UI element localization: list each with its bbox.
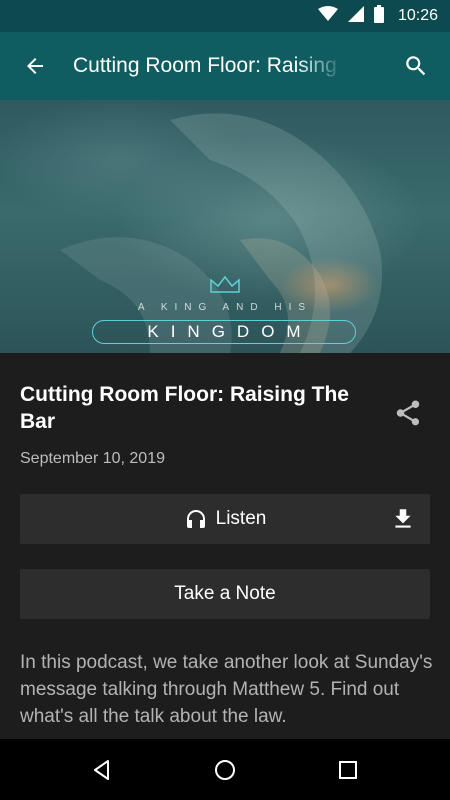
artwork-title: KINGDOM	[92, 320, 356, 344]
nav-back-icon[interactable]	[82, 750, 122, 790]
listen-label: Listen	[215, 508, 267, 529]
status-bar: 10:26	[0, 0, 450, 32]
status-time: 10:26	[397, 7, 438, 24]
app-bar-title: Cutting Room Floor: Raising The Bar	[73, 54, 345, 77]
search-icon[interactable]	[398, 48, 434, 84]
episode-details: Cutting Room Floor: Raising The Bar Sept…	[0, 353, 450, 739]
signal-icon	[347, 5, 364, 27]
app-bar: Cutting Room Floor: Raising The Bar	[0, 32, 450, 100]
battery-icon	[373, 4, 384, 28]
back-arrow-icon[interactable]	[17, 48, 53, 84]
system-nav-bar	[0, 739, 450, 800]
sermon-artwork: A KING AND HIS KINGDOM	[0, 100, 450, 353]
nav-recents-icon[interactable]	[328, 750, 368, 790]
headphones-icon	[184, 507, 208, 531]
artwork-subtitle: A KING AND HIS	[137, 302, 313, 313]
download-icon[interactable]	[390, 506, 416, 532]
nav-home-icon[interactable]	[205, 750, 245, 790]
crown-icon	[209, 274, 241, 299]
episode-date: September 10, 2019	[20, 450, 165, 467]
episode-title: Cutting Room Floor: Raising The Bar	[20, 383, 349, 433]
wifi-icon	[317, 5, 338, 27]
listen-button[interactable]: Listen	[20, 494, 430, 544]
take-note-button[interactable]: Take a Note	[20, 569, 430, 619]
episode-description: In this podcast, we take another look at…	[20, 652, 433, 727]
share-icon[interactable]	[390, 395, 426, 431]
take-note-label: Take a Note	[174, 583, 276, 604]
